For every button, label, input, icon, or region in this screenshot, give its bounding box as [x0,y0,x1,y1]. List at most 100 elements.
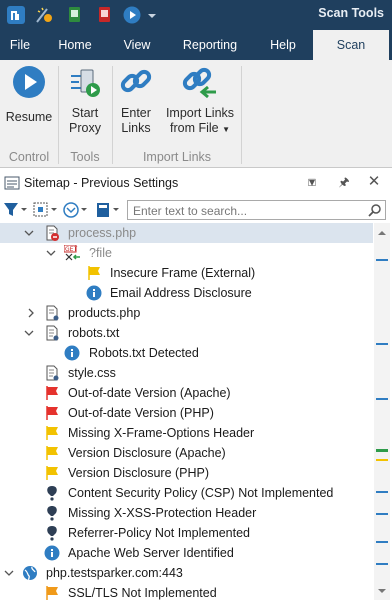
tree-node-label: ?file [89,246,112,260]
enter-links-button[interactable]: Enter Links [114,64,158,136]
tree-node-label: SSL/TLS Not Implemented [68,586,217,600]
chevron-down-icon[interactable] [46,247,56,257]
css-file-icon [44,365,60,381]
tree-node-php-testsparker-443[interactable]: php.testsparker.com:443 [0,563,373,583]
tree-node-apache-identified[interactable]: Apache Web Server Identified [0,543,373,563]
svg-text:GET: GET [65,246,77,253]
ribbon-separator [241,66,242,164]
import-icon[interactable] [64,5,84,25]
tree-node-outdated-apache[interactable]: Out-of-date Version (Apache) [0,383,373,403]
tree-node-label: products.php [68,306,141,320]
scroll-marker-info [376,513,388,515]
globe-icon [22,565,38,581]
export-icon[interactable] [94,5,114,25]
tree-node-label: robots.txt [68,326,120,340]
import-links-icon [182,64,218,100]
ribbon-separator [112,66,113,164]
scroll-marker-info [376,541,388,543]
tree-node-outdated-php[interactable]: Out-of-date Version (PHP) [0,403,373,423]
tab-file[interactable]: File [0,30,40,60]
scroll-down-icon[interactable] [377,585,387,595]
tree-node-label: Out-of-date Version (Apache) [68,386,231,400]
tree-node-label: Version Disclosure (PHP) [68,466,210,480]
expand-collapse-button[interactable] [62,200,88,220]
app-title: Scan Tools [318,6,384,20]
resume-icon [11,64,47,100]
sitemap-panel-header: Sitemap - Previous Settings ▾ □ 🖈 ✕ [0,170,392,196]
group-label-control: Control [8,150,50,164]
panel-maximize-icon[interactable]: □ [304,174,320,190]
tree-node-robots-txt[interactable]: robots.txt [0,323,373,343]
tab-scan[interactable]: Scan [313,30,389,60]
info-icon [64,345,80,361]
tree-node-referrer-policy[interactable]: Referrer-Policy Not Implemented [0,523,373,543]
tree-node-label: Email Address Disclosure [110,286,252,300]
close-icon[interactable]: ✕ [366,174,382,190]
tree-node-robots-detected[interactable]: Robots.txt Detected [0,343,373,363]
search-icon[interactable] [368,203,382,217]
tab-home[interactable]: Home [44,30,106,60]
search-input[interactable]: Enter text to search... [127,200,386,220]
yellow-flag-icon [86,265,102,281]
tree-node-insecure-frame[interactable]: Insecure Frame (External) [0,263,373,283]
sitemap-tree: process.php GET ?file Insecure Frame (Ex… [0,223,373,600]
resume-label: Resume [5,110,53,124]
tree-node-label: php.testsparker.com:443 [46,566,183,580]
tree-node-label: Robots.txt Detected [89,346,199,360]
start-proxy-icon [67,64,103,100]
tree-node-style-css[interactable]: style.css [0,363,373,383]
chevron-down-icon[interactable] [24,227,34,237]
php-file-error-icon [44,225,60,241]
filter-button[interactable] [2,200,28,220]
yellow-flag-icon [44,445,60,461]
red-flag-icon [44,385,60,401]
tree-node-version-php[interactable]: Version Disclosure (PHP) [0,463,373,483]
start-proxy-button[interactable]: Start Proxy [62,64,108,136]
chevron-right-icon[interactable] [26,307,36,318]
red-flag-icon [44,405,60,421]
group-by-button[interactable] [94,200,120,220]
scroll-position-marker [376,449,388,452]
tab-reporting[interactable]: Reporting [168,30,252,60]
play-icon[interactable] [122,5,142,25]
tree-node-process-php[interactable]: process.php [0,223,373,243]
best-practice-icon [44,505,60,521]
scroll-marker-info [376,398,388,400]
orange-flag-icon [44,585,60,600]
php-file-icon [44,305,60,321]
tree-node-ssl-tls[interactable]: SSL/TLS Not Implemented [0,583,373,600]
panel-title: Sitemap - Previous Settings [24,176,179,190]
tree-node-products-php[interactable]: products.php [0,303,373,323]
best-practice-icon [44,485,60,501]
import-links-label-line1: Import Links [165,106,235,120]
tree-node-version-apache[interactable]: Version Disclosure (Apache) [0,443,373,463]
tree-node-csp[interactable]: Content Security Policy (CSP) Not Implem… [0,483,373,503]
view-options-button[interactable] [32,200,58,220]
chevron-down-icon[interactable] [24,327,34,337]
resume-button[interactable]: Resume [4,64,54,125]
pin-icon[interactable]: 🖈 [336,174,352,190]
chevron-down-icon: ▼ [222,125,231,134]
scroll-marker-warning [376,459,388,461]
tree-node-file-param[interactable]: GET ?file [0,243,373,263]
quick-access-dropdown-icon[interactable] [146,5,158,25]
enter-links-label-line2: Links [121,121,151,135]
scroll-up-icon[interactable] [377,227,387,237]
scroll-marker-info [376,343,388,345]
ribbon-separator [58,66,59,164]
title-bar: Scan Tools [0,0,392,30]
tab-help[interactable]: Help [256,30,310,60]
scroll-marker-info [376,563,388,565]
tree-node-xss-protection[interactable]: Missing X-XSS-Protection Header [0,503,373,523]
import-links-button[interactable]: Import Links from File ▼ [162,64,238,137]
chevron-down-icon[interactable] [4,567,14,577]
tree-node-label: Version Disclosure (Apache) [68,446,226,460]
scan-wizard-icon[interactable] [34,5,54,25]
get-parameter-icon: GET [63,244,80,261]
tree-node-missing-xfo[interactable]: Missing X-Frame-Options Header [0,423,373,443]
best-practice-icon [44,525,60,541]
tab-view[interactable]: View [110,30,164,60]
tree-node-email-disclosure[interactable]: Email Address Disclosure [0,283,373,303]
tree-scrollbar[interactable] [374,223,390,600]
group-label-import-links: Import Links [142,150,212,164]
